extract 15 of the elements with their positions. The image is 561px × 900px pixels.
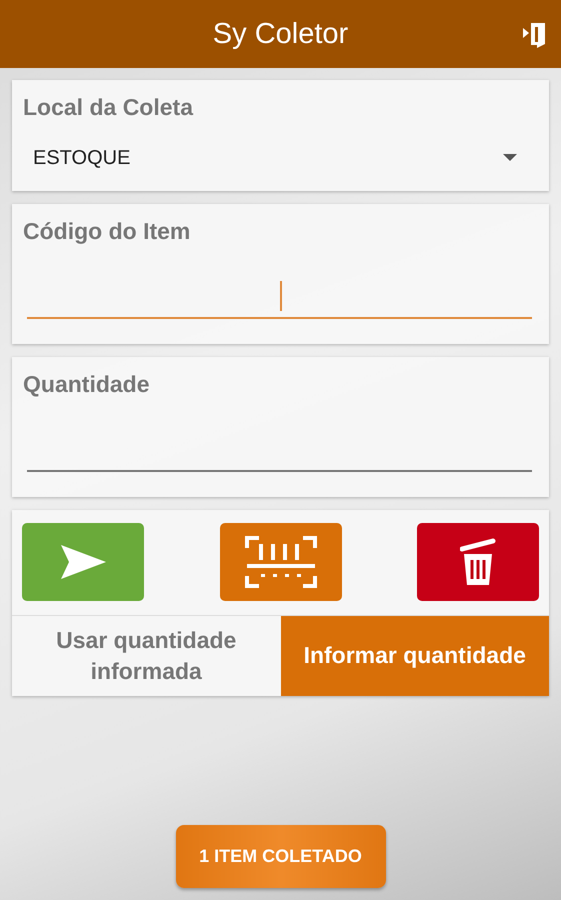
field-label: Código do Item — [23, 218, 192, 245]
scan-button[interactable] — [220, 523, 342, 601]
barcode-scan-icon — [244, 536, 316, 588]
delete-button[interactable] — [417, 523, 539, 601]
mode-toggle-option[interactable]: Informar quantidade — [280, 616, 549, 696]
field-label: Quantidade — [23, 371, 151, 398]
collected-count-button[interactable]: 1 ITEM COLETADO — [176, 825, 386, 888]
location-label: Local da Coleta — [23, 94, 194, 121]
trash-icon — [460, 537, 496, 587]
location-dropdown[interactable]: ESTOQUE — [23, 143, 535, 173]
dropdown-caret-icon — [503, 154, 517, 162]
send-icon — [58, 542, 108, 582]
send-button[interactable] — [22, 523, 144, 601]
app-title: Sy Coletor — [212, 18, 348, 50]
mode-toggle-option[interactable]: Usar quantidade informada — [12, 616, 280, 696]
